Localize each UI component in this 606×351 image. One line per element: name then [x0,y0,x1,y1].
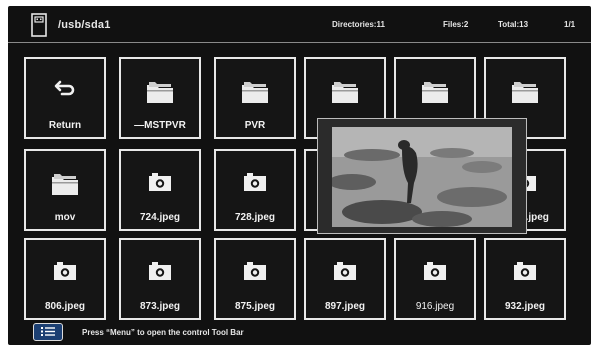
folder-icon [50,171,80,202]
folder-icon [510,79,540,110]
grid-tile[interactable]: 897.jpeg [304,238,386,320]
tile-label: PVR [244,120,266,131]
grid-tile[interactable]: 932.jpeg [484,238,566,320]
camera-icon [332,260,358,287]
grid-tile[interactable]: 916.jpeg [394,238,476,320]
camera-icon [512,260,538,287]
page-indicator: 1/1 [564,20,576,29]
grid-tile[interactable]: 875.jpeg [214,238,296,320]
tile-label: 724.jpeg [139,212,181,223]
grid-tile[interactable]: Return [24,57,106,139]
menu-button[interactable] [33,323,63,341]
grid-tile[interactable]: 728.jpeg [214,149,296,231]
tile-label: 875.jpeg [234,301,276,312]
camera-icon [147,260,173,287]
usb-drive-icon [31,13,47,37]
menu-list-icon [41,327,55,336]
tile-label: 897.jpeg [324,301,366,312]
grid-tile[interactable]: mov [24,149,106,231]
total-count: Total:13 [498,20,529,29]
menu-hint-text: Press “Menu” to open the control Tool Ba… [82,328,244,337]
tile-label: 728.jpeg [234,212,276,223]
tile-label: mov [54,212,76,223]
camera-icon [147,171,173,198]
tile-label: 873.jpeg [139,301,181,312]
camera-icon [242,260,268,287]
grid-tile[interactable]: —MSTPVR [119,57,201,139]
grid-tile[interactable]: 724.jpeg [119,149,201,231]
grid-tile[interactable]: 806.jpeg [24,238,106,320]
files-count: Files:2 [443,20,469,29]
camera-icon [52,260,78,287]
camera-icon [422,260,448,287]
header-divider [8,42,591,43]
directories-count: Directories:11 [332,20,385,29]
tile-label: —MSTPVR [134,120,186,131]
grid-tile[interactable]: PVR [214,57,296,139]
folder-icon [240,79,270,110]
tile-label: 932.jpeg [504,301,546,312]
camera-icon [242,171,268,198]
folder-icon [420,79,450,110]
tile-label: Return [48,120,82,131]
folder-icon [145,79,175,110]
tile-label: 916.jpeg [415,301,455,312]
folder-icon [330,79,360,110]
tile-label: 806.jpeg [44,301,86,312]
grid-tile[interactable]: 873.jpeg [119,238,201,320]
current-path: /usb/sda1 [58,19,111,31]
preview-photo [332,127,512,227]
return-icon [54,79,76,102]
media-browser-screen: /usb/sda1 Directories:11 Files:2 Total:1… [8,6,591,345]
top-bar: /usb/sda1 Directories:11 Files:2 Total:1… [8,6,591,42]
footer-bar: Press “Menu” to open the control Tool Ba… [8,319,591,345]
image-preview [317,118,527,234]
